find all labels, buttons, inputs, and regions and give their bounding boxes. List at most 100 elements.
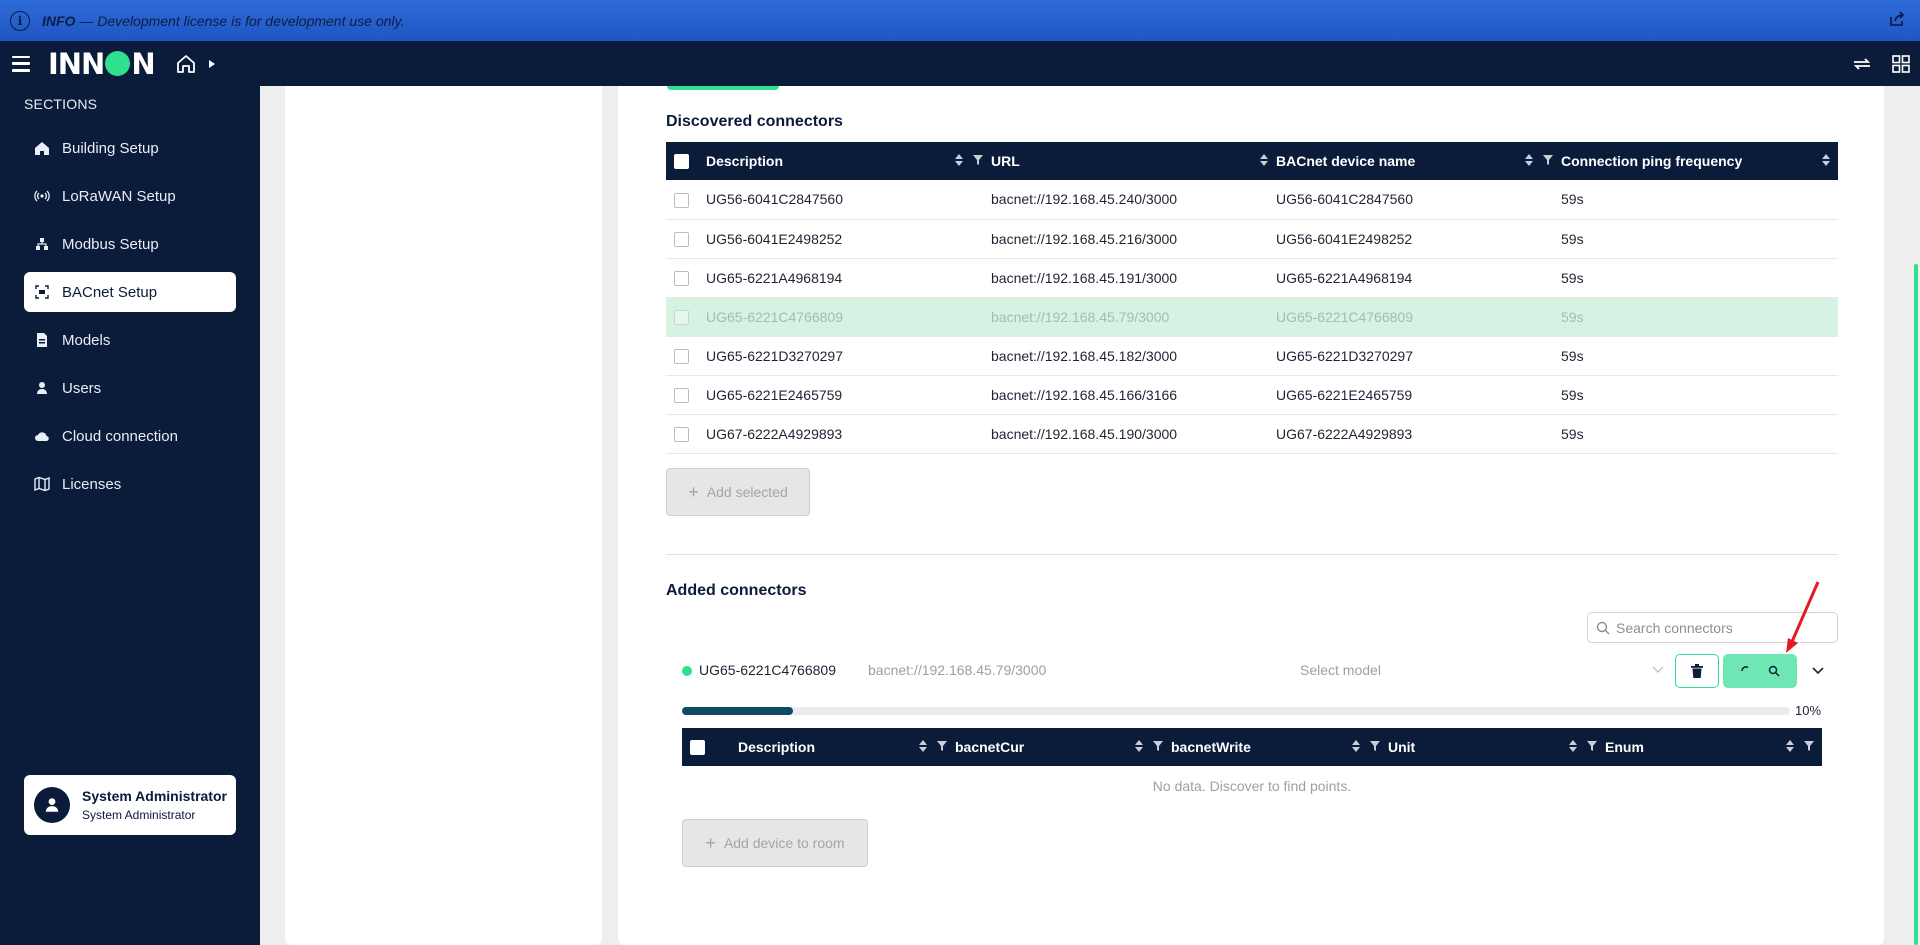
column-header-description[interactable]: Description	[706, 142, 991, 180]
home-icon[interactable]	[175, 53, 197, 75]
progress-fill	[682, 707, 793, 715]
expand-chevron-icon[interactable]	[1812, 667, 1824, 675]
add-selected-button[interactable]: + Add selected	[666, 468, 810, 516]
filter-icon[interactable]	[937, 741, 947, 751]
row-checkbox[interactable]	[674, 426, 689, 442]
sidebar-item-bacnet-setup[interactable]: BACnet Setup	[24, 272, 236, 312]
cloud-icon	[34, 428, 50, 444]
innon-logo: INN N	[48, 46, 156, 81]
share-icon[interactable]	[1888, 10, 1906, 28]
table-row[interactable]: UG65-6221A4968194 bacnet://192.168.45.191…	[666, 258, 1838, 298]
filter-icon[interactable]	[1587, 741, 1597, 751]
avatar	[34, 787, 70, 823]
column-header-ping-frequency[interactable]: Connection ping frequency	[1561, 142, 1838, 180]
row-checkbox[interactable]	[674, 192, 689, 208]
table-row[interactable]: UG56-6041C2847560 bacnet://192.168.45.240…	[666, 180, 1838, 220]
sort-icon[interactable]	[919, 740, 927, 752]
sidebar-item-label: Licenses	[62, 475, 122, 493]
filter-icon[interactable]	[1153, 741, 1163, 751]
connector-url: bacnet://192.168.45.79/3000	[868, 662, 1047, 678]
annotation-arrow	[1786, 581, 1820, 653]
select-all-checkbox[interactable]	[674, 154, 689, 170]
column-header-bacnetwrite[interactable]: bacnetWrite	[1171, 728, 1388, 766]
row-checkbox[interactable]	[674, 387, 689, 403]
map-icon	[34, 476, 50, 492]
filter-icon[interactable]	[973, 155, 983, 165]
table-row[interactable]: UG65-6221D3270297 bacnet://192.168.45.182…	[666, 336, 1838, 376]
sidebar-item-licenses[interactable]: Licenses	[24, 464, 236, 504]
sidebar-item-models[interactable]: Models	[24, 320, 236, 360]
user-icon	[34, 380, 50, 396]
sidebar: SECTIONS Building Setup LoRaWAN Setup Mo…	[0, 86, 260, 945]
user-card[interactable]: System Administrator System Administrato…	[24, 775, 236, 835]
info-banner: i INFO — Development license is for deve…	[0, 0, 1920, 41]
points-table: Description bacnetCur bacnetWrite Unit E…	[682, 728, 1822, 766]
scrollbar-thumb[interactable]	[1914, 264, 1918, 945]
search-icon	[1596, 621, 1610, 634]
row-checkbox	[674, 309, 689, 325]
plus-icon: +	[688, 482, 699, 502]
sort-icon[interactable]	[1786, 740, 1794, 752]
status-dot	[682, 666, 692, 676]
row-checkbox[interactable]	[674, 231, 689, 247]
sidebar-item-label: Cloud connection	[62, 427, 178, 445]
table-row[interactable]: UG65-6221E2465759 bacnet://192.168.45.166…	[666, 375, 1838, 415]
sidebar-item-label: Models	[62, 331, 111, 349]
sort-icon[interactable]	[955, 154, 963, 166]
column-header-enum[interactable]: Enum	[1605, 728, 1822, 766]
filter-icon[interactable]	[1370, 741, 1380, 751]
progress-percent: 10%	[1795, 703, 1822, 718]
points-empty-message: No data. Discover to find points.	[1152, 778, 1352, 794]
info-icon: i	[10, 10, 30, 31]
sort-icon[interactable]	[1352, 740, 1360, 752]
switch-icon[interactable]	[1852, 55, 1872, 73]
apps-grid-icon[interactable]	[1892, 54, 1910, 73]
section-divider	[666, 554, 1838, 555]
column-header-unit[interactable]: Unit	[1388, 728, 1605, 766]
discovered-connectors-table: Description URL BACnet device name Conne…	[666, 142, 1838, 454]
sort-icon[interactable]	[1135, 740, 1143, 752]
sort-icon[interactable]	[1822, 154, 1830, 166]
filter-icon[interactable]	[1804, 741, 1814, 751]
column-header-description[interactable]: Description	[738, 728, 955, 766]
info-message: INFO — Development license is for develo…	[42, 12, 405, 29]
bacnet-icon	[34, 284, 50, 300]
discover-points-button[interactable]	[1723, 654, 1797, 688]
loading-spinner-icon	[1741, 666, 1749, 672]
plus-icon: +	[705, 833, 716, 853]
delete-connector-button[interactable]	[1675, 654, 1719, 688]
menu-icon[interactable]	[12, 55, 30, 72]
sidebar-item-lorawan-setup[interactable]: LoRaWAN Setup	[24, 176, 236, 216]
chevron-down-icon	[1652, 666, 1664, 674]
sidebar-item-label: LoRaWAN Setup	[62, 187, 176, 205]
filter-icon[interactable]	[1543, 155, 1553, 165]
top-navbar: INN N	[0, 41, 1920, 86]
sort-icon[interactable]	[1525, 154, 1533, 166]
discovery-progress-bar	[682, 707, 1790, 715]
table-row[interactable]: UG67-6222A4929893 bacnet://192.168.45.190…	[666, 414, 1838, 454]
sidebar-item-modbus-setup[interactable]: Modbus Setup	[24, 224, 236, 264]
left-panel	[285, 86, 602, 945]
breadcrumb-caret-icon	[208, 59, 215, 68]
column-header-bacnetcur[interactable]: bacnetCur	[955, 728, 1171, 766]
select-model-dropdown[interactable]: Select model	[1300, 656, 1672, 686]
added-connector-row[interactable]: UG65-6221C4766809 bacnet://192.168.45.79…	[682, 652, 1838, 690]
sidebar-item-label: BACnet Setup	[62, 283, 158, 301]
column-header-device-name[interactable]: BACnet device name	[1276, 142, 1561, 180]
select-all-points-checkbox[interactable]	[690, 740, 705, 756]
search-icon	[1768, 665, 1780, 677]
row-checkbox[interactable]	[674, 348, 689, 364]
sidebar-item-cloud-connection[interactable]: Cloud connection	[24, 416, 236, 456]
add-device-to-room-button[interactable]: + Add device to room	[682, 819, 868, 867]
sidebar-item-users[interactable]: Users	[24, 368, 236, 408]
sort-icon[interactable]	[1260, 154, 1268, 166]
discover-button-edge[interactable]	[667, 86, 779, 90]
row-checkbox[interactable]	[674, 270, 689, 286]
user-name: System Administrator	[82, 788, 227, 804]
sidebar-item-building-setup[interactable]: Building Setup	[24, 128, 236, 168]
column-header-url[interactable]: URL	[991, 142, 1276, 180]
table-row[interactable]: UG56-6041E2498252 bacnet://192.168.45.216…	[666, 219, 1838, 259]
signal-icon	[34, 188, 50, 204]
trash-icon	[1691, 664, 1703, 678]
sort-icon[interactable]	[1569, 740, 1577, 752]
